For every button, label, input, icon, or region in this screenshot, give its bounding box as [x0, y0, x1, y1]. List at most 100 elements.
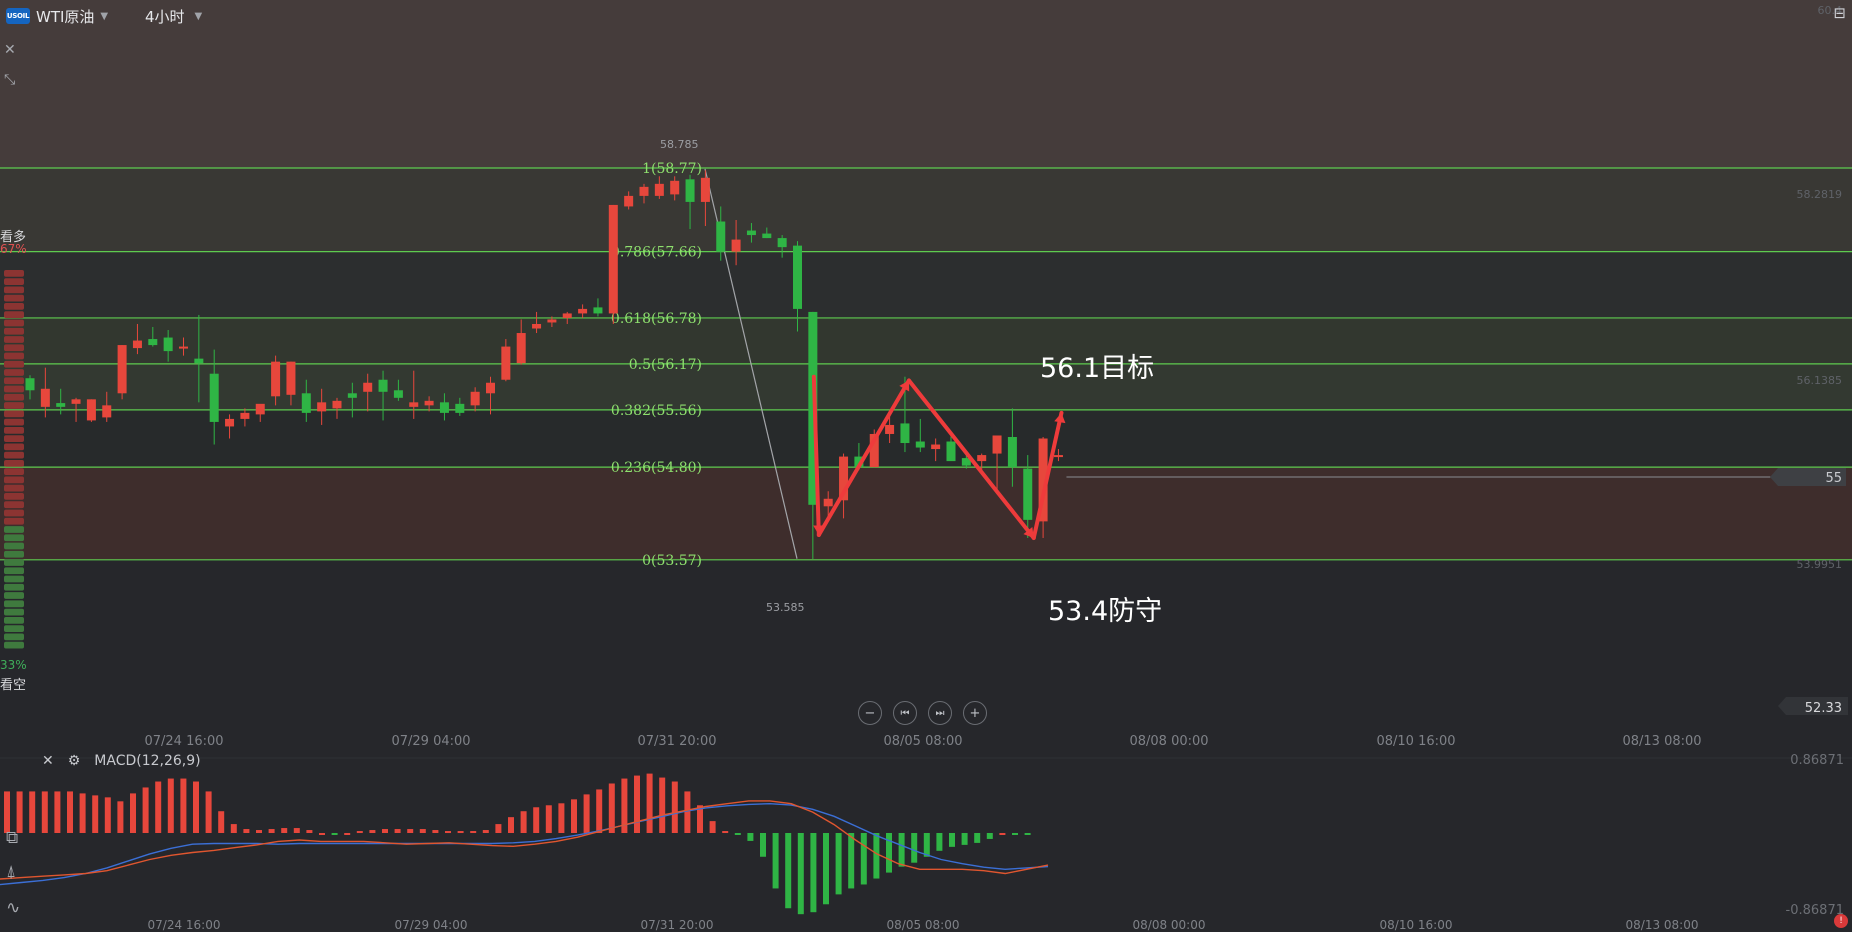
- macd-histogram-bar: [734, 833, 741, 835]
- macd-histogram-bar: [558, 803, 565, 833]
- sentiment-segment: [4, 575, 24, 583]
- zoom-out-button[interactable]: −: [858, 701, 882, 725]
- collapse-icon[interactable]: ⤡: [4, 72, 15, 88]
- macd-histogram-bar: [898, 833, 905, 867]
- sentiment-segment: [4, 476, 24, 484]
- chart-canvas[interactable]: 1(58.77) 0.786(57.66) 0.618(56.78) 0.5(56.1…: [0, 0, 1852, 932]
- drawing-tool-icon[interactable]: ⍋: [6, 862, 16, 882]
- price-axis-label: 53.9951: [1797, 558, 1843, 571]
- candle: [286, 361, 296, 395]
- candle: [455, 403, 465, 413]
- sentiment-segment: [4, 550, 24, 558]
- sentiment-segment: [4, 426, 24, 434]
- time-axis-label: 08/05 08:00: [883, 734, 962, 749]
- macd-histogram-bar: [810, 833, 817, 913]
- sentiment-segment: [4, 501, 24, 509]
- macd-histogram-bar: [508, 817, 514, 833]
- defense-annotation: 53.4防守: [1048, 596, 1162, 627]
- candle: [593, 307, 603, 314]
- macd-histogram-bar: [923, 833, 930, 857]
- candle: [977, 455, 987, 462]
- macd-histogram-bar: [583, 794, 590, 833]
- sentiment-segment: [4, 294, 24, 302]
- macd-histogram-bar: [1012, 833, 1018, 835]
- target-annotation: 56.1目标: [1040, 353, 1154, 384]
- time-axis-label: 08/13 08:00: [1622, 734, 1701, 749]
- candle: [486, 382, 495, 394]
- sentiment-segment: [4, 559, 24, 566]
- bear-label: 看空: [0, 678, 27, 693]
- chevron-down-icon: ▼: [194, 11, 203, 22]
- candle: [685, 179, 695, 202]
- macd-histogram-bar: [54, 791, 61, 833]
- sentiment-segment: [4, 369, 24, 376]
- sentiment-segment: [4, 360, 24, 368]
- sidebar-toggle-icon[interactable]: ⊟: [1833, 4, 1846, 22]
- candle: [255, 403, 265, 415]
- fibonacci-bands: [0, 0, 1852, 560]
- bear-percent: 33%: [0, 658, 27, 672]
- macd-histogram-bar: [281, 828, 288, 833]
- macd-histogram-bar: [936, 833, 943, 851]
- sentiment-segment: [4, 311, 24, 319]
- fib-label: 0.618(56.78): [611, 311, 702, 327]
- candle: [71, 399, 81, 404]
- indicator-chart-icon[interactable]: ⧉: [6, 828, 18, 848]
- sentiment-segment: [4, 303, 24, 310]
- macd-histogram-bar: [848, 833, 855, 889]
- candle: [746, 230, 756, 236]
- sentiment-segment: [4, 641, 24, 649]
- candle: [317, 402, 327, 412]
- candle: [363, 382, 373, 392]
- macd-histogram-bar: [999, 833, 1006, 835]
- close-icon[interactable]: ✕: [4, 42, 16, 58]
- macd-histogram-bar: [4, 791, 10, 833]
- macd-histogram-bar: [193, 781, 199, 833]
- candle: [501, 346, 511, 380]
- candle: [194, 358, 204, 364]
- candle: [639, 186, 649, 196]
- fib-label: 0.382(55.56): [611, 403, 702, 419]
- close-icon[interactable]: ✕: [42, 753, 54, 769]
- candle: [301, 393, 311, 413]
- symbol-selector[interactable]: USOIL WTI原油 ▼: [6, 6, 108, 26]
- macd-header: ✕ ⚙ MACD(12,26,9): [42, 753, 201, 769]
- candle: [777, 238, 787, 248]
- candle: [86, 399, 96, 421]
- candle: [102, 405, 112, 418]
- sentiment-segment: [4, 418, 24, 426]
- gear-icon[interactable]: ⚙: [68, 753, 81, 769]
- macd-time-label: 07/24 16:00: [148, 918, 221, 932]
- timeframe-selector[interactable]: 4小时 ▼: [145, 6, 202, 27]
- macd-histogram-bar: [256, 830, 262, 833]
- alert-icon[interactable]: !: [1834, 914, 1848, 928]
- waveform-icon[interactable]: ∿: [6, 898, 20, 918]
- macd-histogram-bar: [722, 831, 729, 834]
- sentiment-segment: [4, 616, 24, 624]
- candle: [900, 423, 910, 444]
- zoom-in-button[interactable]: +: [963, 701, 987, 725]
- macd-histogram-bar: [659, 777, 666, 833]
- scroll-start-button[interactable]: ⏮: [893, 701, 917, 725]
- scroll-end-button[interactable]: ⏭: [928, 701, 952, 725]
- sentiment-segment: [4, 493, 24, 500]
- sentiment-segment: [4, 542, 24, 550]
- candle: [378, 379, 388, 392]
- macd-histogram-bar: [823, 833, 829, 905]
- fib-label: 0.786(57.66): [611, 245, 702, 261]
- macd-histogram-bar: [470, 831, 477, 834]
- macd-histogram-bar: [772, 833, 779, 889]
- macd-histogram-bar: [41, 791, 48, 833]
- macd-histogram-bar: [331, 833, 338, 835]
- sentiment-segment: [4, 286, 24, 294]
- macd-histogram-bar: [243, 829, 250, 833]
- sentiment-segment: [4, 278, 24, 286]
- macd-histogram-bar: [961, 833, 968, 845]
- sentiment-segment: [4, 484, 24, 492]
- candle: [731, 239, 741, 252]
- high-price-label: 58.785: [660, 138, 699, 151]
- sentiment-segment: [4, 344, 24, 352]
- macd-histogram-bar: [495, 824, 502, 833]
- fib-band: [0, 317, 1852, 364]
- sentiment-segment: [4, 385, 24, 393]
